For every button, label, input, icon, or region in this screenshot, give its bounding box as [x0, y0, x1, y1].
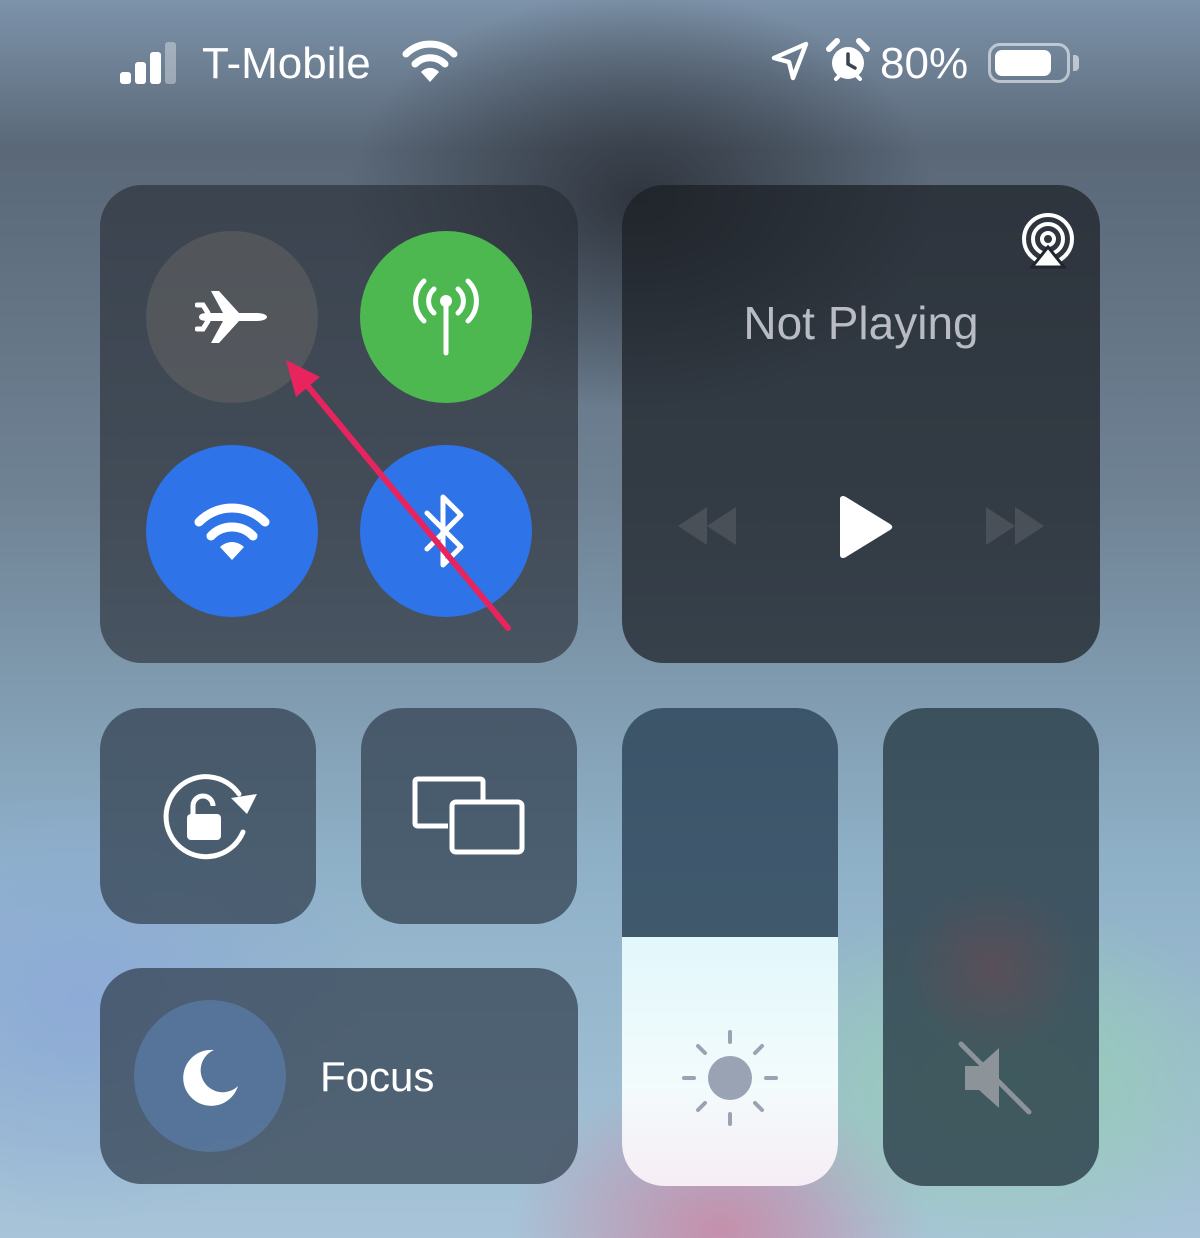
- signal-bar: [120, 72, 131, 84]
- signal-bar: [135, 62, 146, 84]
- wifi-toggle[interactable]: [146, 445, 318, 617]
- now-playing-status: Not Playing: [743, 297, 979, 349]
- screen-mirroring-toggle[interactable]: [361, 708, 577, 924]
- battery-level-fill: [995, 50, 1051, 76]
- connectivity-module: [100, 185, 578, 663]
- focus-label: Focus: [320, 1053, 435, 1100]
- brightness-slider[interactable]: [622, 708, 838, 1186]
- cellular-data-toggle[interactable]: [360, 231, 532, 403]
- speaker-muted-icon: [958, 1041, 1032, 1115]
- battery-cap: [1073, 55, 1079, 71]
- volume-background-glow: [903, 878, 1083, 1058]
- antenna-icon: [413, 278, 479, 356]
- bluetooth-toggle[interactable]: [360, 445, 532, 617]
- wifi-icon: [402, 40, 458, 82]
- battery-icon: [988, 43, 1070, 83]
- location-arrow-icon: [771, 41, 809, 81]
- cellular-signal-icon: [120, 42, 180, 84]
- carrier-name: T-Mobile: [202, 39, 371, 88]
- airplay-audio-icon[interactable]: [1018, 213, 1078, 269]
- signal-bar: [150, 52, 161, 84]
- screen-mirroring-icon-wrap: [361, 708, 577, 924]
- rotation-lock-toggle[interactable]: [100, 708, 316, 924]
- volume-slider[interactable]: [883, 708, 1099, 1186]
- rotation-lock-icon: [163, 774, 257, 860]
- rotation-lock-icon-wrap: [100, 708, 316, 924]
- focus-toggle[interactable]: Focus: [100, 968, 578, 1184]
- wifi-icon: [194, 503, 270, 560]
- bluetooth-icon: [424, 494, 464, 568]
- airplane-icon: [195, 291, 267, 343]
- moon-icon: [183, 1049, 238, 1106]
- play-icon[interactable]: [834, 495, 894, 559]
- sun-icon: [682, 1030, 778, 1126]
- status-bar: T-Mobile 80%: [0, 0, 1200, 130]
- rewind-icon[interactable]: [674, 503, 740, 549]
- alarm-clock-icon: [826, 38, 870, 81]
- screen-mirroring-icon: [412, 776, 525, 855]
- battery-percentage: 80%: [880, 39, 969, 88]
- focus-icon-circle: [134, 1000, 286, 1152]
- fast-forward-icon[interactable]: [982, 503, 1048, 549]
- signal-bar: [165, 42, 176, 84]
- airplane-mode-toggle[interactable]: [146, 231, 318, 403]
- now-playing-module[interactable]: Not Playing: [622, 185, 1100, 663]
